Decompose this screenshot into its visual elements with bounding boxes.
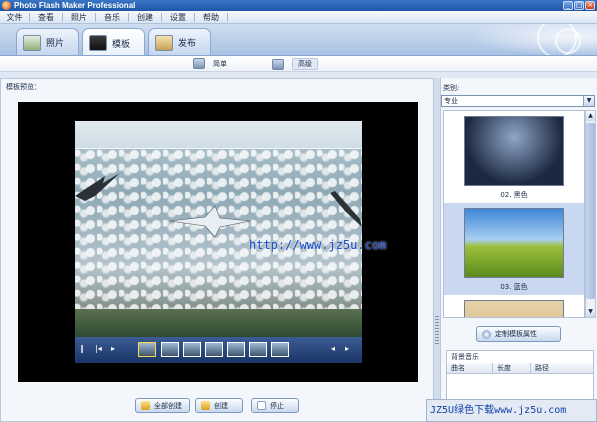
close-button[interactable]: × (585, 1, 595, 10)
publish-icon (155, 34, 173, 51)
music-col-title[interactable]: 曲名 (447, 363, 493, 373)
create-all-icon (141, 401, 150, 410)
create-label: 创建 (214, 401, 228, 410)
main-tab-bar: 照片 模板 发布 (0, 24, 597, 56)
preview-thumbnail[interactable] (249, 342, 267, 357)
template-item-next[interactable] (444, 295, 584, 317)
mode-advanced[interactable]: 高级 (272, 58, 318, 70)
music-col-path[interactable]: 路径 (531, 363, 593, 373)
create-icon (201, 401, 210, 410)
music-table-header: 曲名 长度 路径 (447, 363, 593, 374)
template-caption: 02. 黑色 (500, 191, 528, 199)
category-select-value: 专业 (444, 97, 458, 105)
create-all-button[interactable]: 全部创建 (135, 398, 190, 413)
advanced-mode-icon (272, 58, 284, 70)
template-item-blue[interactable]: 03. 蓝色 (444, 203, 584, 295)
preview-thumbnail[interactable] (183, 342, 201, 357)
tab-publish[interactable]: 发布 (148, 28, 211, 55)
customize-template-button[interactable]: 定制模板属性 (476, 326, 561, 342)
create-button[interactable]: 创建 (195, 398, 243, 413)
decorative-banner (467, 24, 597, 55)
preview-thumbnail[interactable] (271, 342, 289, 357)
mode-simple-label: 简单 (213, 59, 227, 68)
tab-templates-label: 模板 (112, 39, 131, 50)
site-watermark: JZ5U绿色下载www.jz5u.com (426, 399, 597, 422)
tab-photos[interactable]: 照片 (16, 28, 79, 55)
preview-label: 模板预览： (6, 83, 41, 91)
scroll-down-icon[interactable]: ▼ (586, 307, 595, 317)
mode-advanced-label: 高级 (292, 58, 318, 70)
background-music-box: 背景音乐 曲名 长度 路径 (446, 350, 594, 405)
bg-music-label: 背景音乐 (451, 353, 479, 361)
customize-template-label: 定制模板属性 (495, 330, 537, 338)
music-col-length[interactable]: 长度 (493, 363, 531, 373)
template-blue-thumbnail (464, 208, 564, 278)
pause-icon[interactable]: ‖ (80, 344, 84, 353)
template-caption: 03. 蓝色 (500, 283, 528, 291)
tab-photos-label: 照片 (46, 39, 65, 49)
category-select[interactable]: 专业 ▼ (441, 95, 595, 107)
maximize-button[interactable]: □ (574, 1, 584, 10)
tab-publish-label: 发布 (178, 39, 197, 49)
menu-create[interactable]: 创建 (129, 12, 162, 22)
menu-help[interactable]: 帮助 (195, 12, 228, 22)
forward-icon[interactable]: ▸ (345, 344, 349, 353)
app-icon (2, 1, 11, 10)
menu-view[interactable]: 查看 (30, 12, 63, 22)
preview-thumbnail[interactable] (161, 342, 179, 357)
chevron-down-icon[interactable]: ▼ (583, 96, 594, 106)
template-item-black[interactable]: 02. 黑色 (444, 111, 584, 203)
rewind-icon[interactable]: ◂ (331, 344, 335, 353)
simple-mode-icon (193, 58, 205, 69)
stop-icon (257, 401, 266, 410)
create-all-label: 全部创建 (154, 401, 182, 410)
menu-music[interactable]: 音乐 (96, 12, 129, 22)
template-list-scrollbar[interactable]: ▲ ▼ (585, 110, 596, 318)
template-list: 02. 黑色 03. 蓝色 (443, 110, 585, 318)
stop-button[interactable]: 停止 (251, 398, 299, 413)
photo-icon (23, 34, 41, 51)
template-next-thumbnail (464, 300, 564, 317)
menu-photo[interactable]: 照片 (63, 12, 96, 22)
preview-control-bar: ‖ |◂ ▸ ◂ ▸ (75, 337, 362, 363)
next-icon[interactable]: ▸ (111, 344, 115, 353)
window-title: Photo Flash Maker Professional (14, 1, 136, 10)
menu-bar: 文件 查看 照片 音乐 创建 设置 帮助 (0, 11, 597, 24)
tab-templates[interactable]: 模板 (82, 28, 145, 55)
scroll-up-icon[interactable]: ▲ (586, 111, 595, 121)
preview-thumbnail[interactable] (205, 342, 223, 357)
category-label: 类别: (443, 84, 460, 92)
mode-simple[interactable]: 简单 (193, 58, 227, 69)
menu-settings[interactable]: 设置 (162, 12, 195, 22)
preview-thumbnail[interactable] (138, 342, 156, 357)
customize-icon (482, 329, 491, 339)
template-black-thumbnail (464, 116, 564, 186)
url-watermark: http://www.jz5u.com (249, 238, 387, 252)
splitter-grip-icon[interactable] (435, 316, 439, 344)
scroll-thumb[interactable] (586, 123, 595, 299)
preview-thumbnail[interactable] (227, 342, 245, 357)
mode-switcher: 简单 高级 (0, 56, 597, 72)
film-icon (89, 35, 107, 51)
menu-file[interactable]: 文件 (0, 12, 30, 22)
preview-ground (75, 309, 362, 337)
previous-icon[interactable]: |◂ (95, 344, 102, 353)
stop-label: 停止 (270, 401, 284, 410)
title-bar: Photo Flash Maker Professional _ □ × (0, 0, 597, 11)
minimize-button[interactable]: _ (563, 1, 573, 10)
